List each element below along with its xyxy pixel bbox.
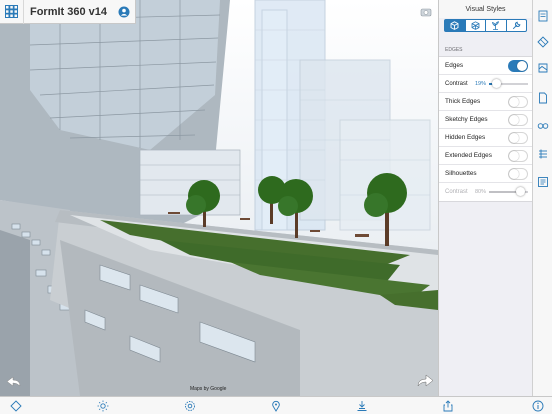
- share-button[interactable]: [442, 400, 454, 412]
- vr-button[interactable]: [537, 120, 549, 132]
- edges-label: Edges: [445, 62, 464, 69]
- settings-icon: [185, 401, 195, 411]
- vr-glasses-icon: [537, 123, 549, 129]
- materials-icon: [537, 36, 549, 48]
- objects-button[interactable]: [537, 92, 549, 104]
- analysis-icon: [357, 401, 367, 411]
- hidden-edges-toggle[interactable]: [508, 131, 528, 144]
- silhouettes-contrast-slider: [489, 187, 528, 196]
- edges-settings-list: Edges Contrast 19% Thick Edges Sketchy E…: [439, 56, 532, 202]
- slider-thumb[interactable]: [491, 78, 501, 88]
- map-attribution: Maps by Google: [190, 386, 227, 392]
- levels-button[interactable]: [537, 148, 549, 160]
- scenes-icon: [538, 63, 548, 73]
- location-icon: [272, 400, 280, 412]
- camera-button[interactable]: [420, 6, 432, 18]
- document-icon: [539, 92, 547, 104]
- section-label-edges: EDGES: [445, 47, 463, 53]
- wireframe-icon: [471, 21, 480, 30]
- sun-settings-button[interactable]: [97, 400, 109, 412]
- file-menu-button[interactable]: [0, 0, 24, 24]
- hidden-edges-label: Hidden Edges: [445, 134, 486, 141]
- camera-icon: [420, 8, 432, 17]
- thick-edges-toggle[interactable]: [508, 95, 528, 108]
- row-extended-edges: Extended Edges: [439, 147, 532, 165]
- 3d-viewport[interactable]: Maps by Google: [0, 0, 438, 396]
- user-icon: [118, 6, 130, 17]
- extended-edges-label: Extended Edges: [445, 152, 492, 159]
- share-icon: [443, 400, 453, 412]
- tab-settings[interactable]: [507, 20, 527, 31]
- properties-button[interactable]: [537, 176, 549, 188]
- undo-button[interactable]: [6, 376, 22, 388]
- location-button[interactable]: [270, 400, 282, 412]
- silhouettes-label: Silhouettes: [445, 170, 477, 177]
- row-hidden-edges: Hidden Edges: [439, 129, 532, 147]
- row-sketchy-edges: Sketchy Edges: [439, 111, 532, 129]
- edges-toggle[interactable]: [508, 59, 528, 72]
- sketchy-edges-toggle[interactable]: [508, 113, 528, 126]
- scene-render: [0, 0, 438, 396]
- edges-contrast-value: 19%: [475, 80, 487, 87]
- sketchy-edges-label: Sketchy Edges: [445, 116, 488, 123]
- row-edges-contrast: Contrast 19%: [439, 75, 532, 93]
- silhouettes-toggle[interactable]: [508, 167, 528, 180]
- tab-environment[interactable]: [486, 20, 507, 31]
- edges-contrast-slider[interactable]: [489, 78, 528, 88]
- wrench-icon: [512, 21, 521, 30]
- redo-icon: [417, 374, 434, 387]
- row-silhouettes-contrast: Contrast 80%: [439, 183, 532, 201]
- panel-title: Visual Styles: [439, 0, 532, 18]
- redo-button[interactable]: [416, 374, 434, 388]
- silhouettes-contrast-value: 80%: [475, 189, 487, 195]
- analysis-button[interactable]: [356, 400, 368, 412]
- grid-icon: [5, 5, 18, 18]
- app-title: FormIt 360 v14: [29, 5, 108, 18]
- undo-icon: [6, 376, 21, 387]
- row-edges: Edges: [439, 57, 532, 75]
- sketch-tool-button[interactable]: [10, 400, 22, 412]
- extended-edges-toggle[interactable]: [508, 149, 528, 162]
- settings-button[interactable]: [184, 400, 196, 412]
- sketch-icon: [10, 400, 22, 412]
- sun-icon: [97, 400, 109, 412]
- bottom-toolbar: [0, 396, 552, 414]
- info-icon: [532, 400, 544, 412]
- tab-shaded[interactable]: [445, 20, 466, 31]
- visual-styles-panel: Visual Styles EDGES Edges Contrast 19% T…: [438, 0, 532, 396]
- thick-edges-label: Thick Edges: [445, 98, 481, 105]
- tab-wireframe[interactable]: [466, 20, 486, 31]
- layers-button[interactable]: [537, 10, 549, 22]
- properties-icon: [538, 177, 548, 187]
- user-account-button[interactable]: [113, 0, 135, 24]
- layers-icon: [538, 10, 548, 22]
- levels-icon: [539, 149, 547, 159]
- right-toolbar: [532, 0, 552, 396]
- silhouettes-contrast-label: Contrast: [445, 189, 468, 195]
- row-silhouettes: Silhouettes: [439, 165, 532, 183]
- cube-icon: [450, 21, 459, 30]
- row-thick-edges: Thick Edges: [439, 93, 532, 111]
- materials-button[interactable]: [537, 36, 549, 48]
- plant-icon: [492, 21, 500, 30]
- scenes-button[interactable]: [537, 62, 549, 74]
- title-bar: FormIt 360 v14: [0, 0, 136, 24]
- visual-style-tabs: [444, 19, 527, 32]
- slider-thumb: [515, 187, 525, 196]
- edges-contrast-label: Contrast: [445, 80, 468, 87]
- info-button[interactable]: [532, 400, 544, 412]
